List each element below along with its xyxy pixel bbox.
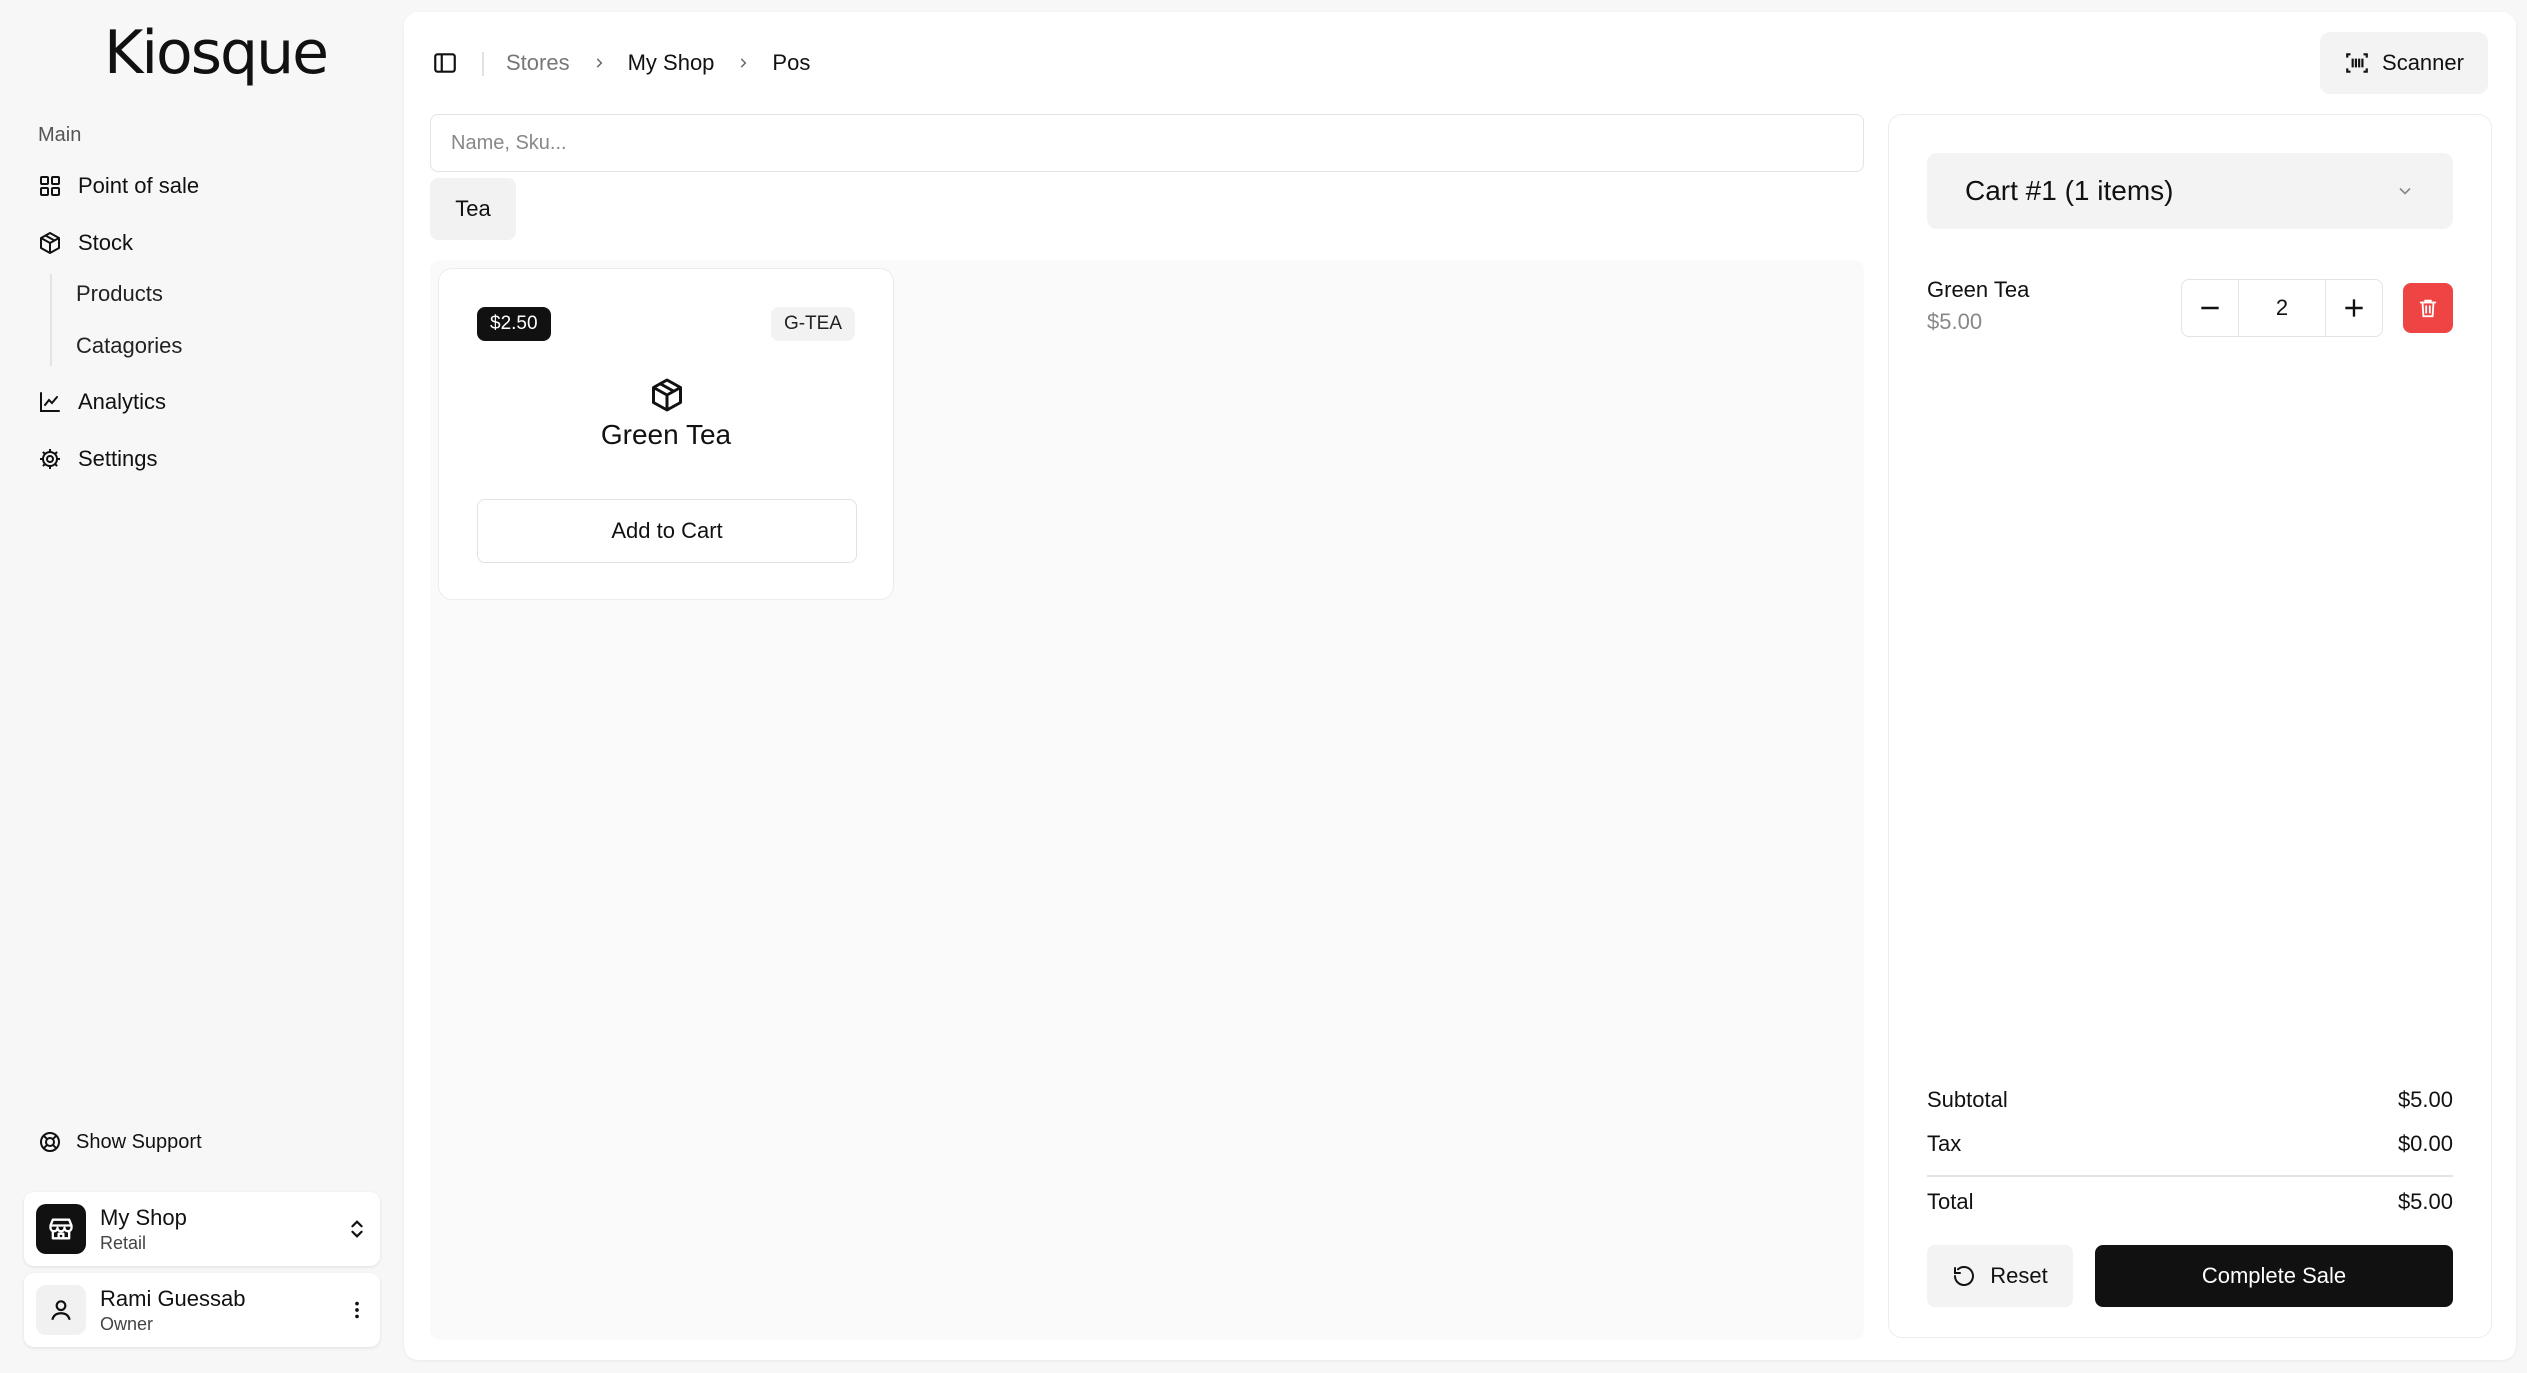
user-name: Rami Guessab — [100, 1285, 246, 1311]
subtotal-value: $5.00 — [2397, 1087, 2453, 1112]
tax-row: Tax $0.00 — [1927, 1131, 2453, 1157]
lifebuoy-icon — [40, 1132, 60, 1152]
product-card: $2.50 G-TEA Green Tea Add to Cart — [438, 268, 894, 600]
sidebar-item-point-of-sale[interactable]: Point of sale — [38, 164, 199, 208]
complete-sale-button[interactable]: Complete Sale — [2095, 1245, 2453, 1307]
sidebar-item-label: Analytics — [78, 389, 167, 414]
chevron-up-down-icon — [351, 1220, 363, 1238]
tax-value: $0.00 — [2397, 1131, 2453, 1156]
total-row: Total $5.00 — [1927, 1189, 2453, 1215]
plus-icon — [2345, 299, 2363, 317]
sidebar-item-label: Settings — [78, 446, 158, 471]
avatar — [36, 1285, 86, 1335]
main-panel: Stores My Shop Pos Scanner Tea $2.50 G-T… — [404, 12, 2516, 1360]
quantity-stepper: 2 — [2181, 279, 2383, 337]
subtotal-row: Subtotal $5.00 — [1927, 1087, 2453, 1113]
product-price-badge: $2.50 — [477, 307, 551, 341]
grid-icon — [40, 176, 60, 196]
topbar-divider — [482, 52, 484, 76]
sidebar-toggle-icon — [434, 53, 456, 73]
scan-barcode-icon — [2346, 53, 2368, 73]
reset-button[interactable]: Reset — [1927, 1245, 2073, 1307]
remove-item-button[interactable] — [2403, 283, 2453, 333]
breadcrumb-my-shop[interactable]: My Shop — [628, 50, 715, 76]
sidebar-item-label: Stock — [78, 230, 134, 255]
total-label: Total — [1927, 1189, 1974, 1214]
category-chip-tea[interactable]: Tea — [430, 178, 516, 240]
chevron-down-icon — [2399, 187, 2411, 195]
total-value: $5.00 — [2397, 1189, 2453, 1214]
sidebar-item-label: Point of sale — [78, 173, 200, 198]
store-icon — [36, 1204, 86, 1254]
sidebar-section-label: Main — [38, 124, 82, 146]
quantity-value[interactable]: 2 — [2238, 280, 2326, 336]
add-to-cart-button[interactable]: Add to Cart — [477, 499, 857, 563]
breadcrumb-stores[interactable]: Stores — [506, 50, 570, 76]
package-icon — [652, 378, 682, 412]
more-vertical-icon — [355, 1301, 359, 1319]
sidebar-item-stock[interactable]: Stock — [38, 221, 133, 265]
sidebar-item-settings[interactable]: Settings — [38, 437, 158, 481]
tax-label: Tax — [1927, 1131, 1962, 1156]
show-support-label: Show Support — [76, 1130, 202, 1153]
increase-qty-button[interactable] — [2326, 280, 2382, 336]
product-sku-badge: G-TEA — [770, 307, 855, 341]
decrease-qty-button[interactable] — [2182, 280, 2238, 336]
rotate-ccw-icon — [1954, 1266, 1975, 1286]
user-icon — [51, 1300, 71, 1321]
shop-type: Retail — [100, 1232, 147, 1253]
shop-name: My Shop — [100, 1204, 187, 1230]
reset-label: Reset — [1990, 1263, 2048, 1288]
cart-line-price: $5.00 — [1927, 309, 1983, 334]
sidebar: Kiosque Main Point of sale Stock Product… — [0, 0, 403, 1373]
chart-icon — [40, 392, 60, 412]
cart-panel: Cart #1 (1 items) Green Tea $5.00 2 Subt… — [1888, 114, 2492, 1338]
cart-title: Cart #1 (1 items) — [1965, 175, 2174, 206]
box-icon — [40, 232, 60, 254]
products-grid: $2.50 G-TEA Green Tea Add to Cart — [430, 260, 1864, 1340]
trash-icon — [2419, 299, 2437, 318]
sidebar-toggle-button[interactable] — [432, 50, 458, 76]
sidebar-item-analytics[interactable]: Analytics — [38, 380, 166, 424]
submenu-guide-line — [50, 274, 52, 366]
user-menu[interactable]: Rami Guessab Owner — [24, 1273, 380, 1347]
breadcrumb-pos: Pos — [772, 50, 811, 75]
shop-switcher[interactable]: My Shop Retail — [24, 1192, 380, 1266]
scanner-button[interactable]: Scanner — [2320, 32, 2488, 94]
scanner-label: Scanner — [2382, 50, 2464, 75]
summary-divider — [1927, 1175, 2453, 1177]
gear-icon — [40, 449, 60, 469]
sidebar-subitem-products[interactable]: Products — [76, 274, 163, 314]
search-input[interactable] — [430, 114, 1864, 172]
cart-line-name: Green Tea — [1927, 277, 2030, 302]
chevron-right-icon — [596, 58, 602, 68]
breadcrumb: Stores My Shop Pos — [506, 46, 810, 80]
show-support-link[interactable]: Show Support — [38, 1122, 202, 1162]
user-role: Owner — [100, 1313, 154, 1334]
cart-select[interactable]: Cart #1 (1 items) — [1927, 153, 2453, 229]
minus-icon — [2201, 306, 2219, 310]
subtotal-label: Subtotal — [1927, 1087, 2008, 1112]
product-name: Green Tea — [600, 419, 732, 450]
chevron-right-icon — [741, 58, 747, 68]
sidebar-subitem-categories[interactable]: Catagories — [76, 326, 182, 366]
app-logo: Kiosque — [104, 18, 329, 88]
